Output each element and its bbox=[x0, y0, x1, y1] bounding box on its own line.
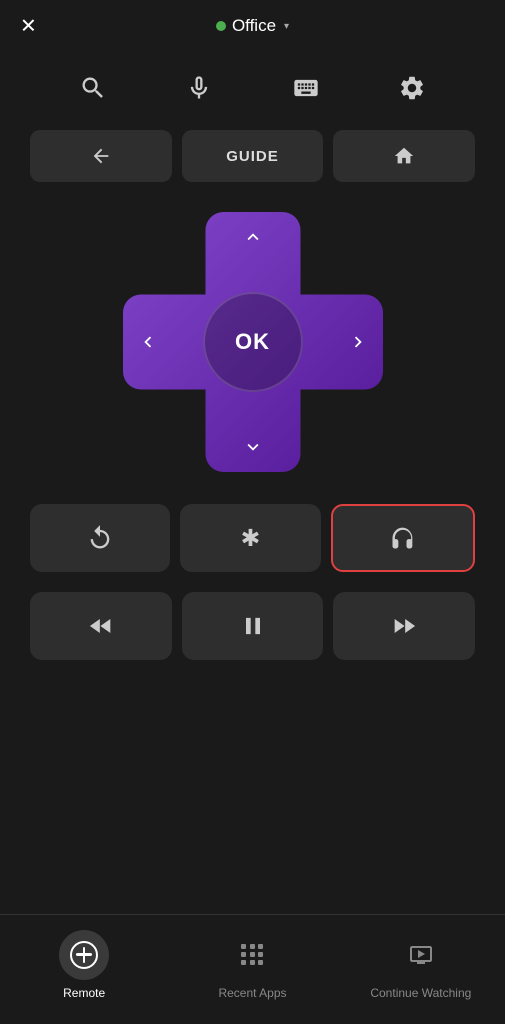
device-selector[interactable]: Office ▾ bbox=[216, 16, 289, 36]
recent-apps-nav-label: Recent Apps bbox=[218, 986, 286, 1000]
back-button[interactable] bbox=[30, 130, 172, 182]
fast-forward-button[interactable] bbox=[333, 592, 475, 660]
nav-remote[interactable]: Remote bbox=[0, 930, 168, 1000]
continue-watching-icon-wrap bbox=[396, 930, 446, 980]
svg-text:✱: ✱ bbox=[241, 525, 261, 551]
dpad-right-button[interactable] bbox=[347, 331, 369, 353]
remote-icon bbox=[70, 941, 98, 969]
replay-icon bbox=[86, 524, 114, 552]
microphone-icon bbox=[185, 74, 213, 102]
home-icon bbox=[393, 145, 415, 167]
toolbar bbox=[0, 56, 505, 120]
nav-continue-watching[interactable]: Continue Watching bbox=[337, 930, 505, 1000]
device-name-label: Office bbox=[232, 16, 276, 36]
grid-icon bbox=[241, 944, 263, 966]
search-icon bbox=[79, 74, 107, 102]
back-arrow-icon bbox=[90, 145, 112, 167]
play-pause-icon bbox=[239, 612, 267, 640]
settings-icon bbox=[398, 74, 426, 102]
dpad: OK bbox=[123, 212, 383, 472]
keyboard-icon bbox=[292, 74, 320, 102]
keyboard-button[interactable] bbox=[284, 66, 328, 110]
options-button[interactable]: ✱ bbox=[180, 504, 320, 572]
continue-watching-nav-label: Continue Watching bbox=[370, 986, 471, 1000]
dpad-down-button[interactable] bbox=[242, 436, 264, 458]
chevron-up-icon bbox=[242, 226, 264, 248]
play-screen-icon bbox=[409, 943, 433, 967]
ok-button[interactable]: OK bbox=[203, 292, 303, 392]
asterisk-icon: ✱ bbox=[236, 524, 264, 552]
chevron-down-icon bbox=[242, 436, 264, 458]
rewind-icon bbox=[87, 612, 115, 640]
recent-apps-icon-wrap bbox=[227, 930, 277, 980]
nav-recent-apps[interactable]: Recent Apps bbox=[168, 930, 336, 1000]
play-pause-button[interactable] bbox=[182, 592, 324, 660]
rewind-button[interactable] bbox=[30, 592, 172, 660]
dpad-left-button[interactable] bbox=[137, 331, 159, 353]
microphone-button[interactable] bbox=[177, 66, 221, 110]
replay-button[interactable] bbox=[30, 504, 170, 572]
close-button[interactable]: ✕ bbox=[20, 14, 37, 39]
action-buttons-row: ✱ bbox=[0, 492, 505, 584]
ok-label: OK bbox=[235, 329, 270, 355]
settings-button[interactable] bbox=[390, 66, 434, 110]
top-bar: ✕ Office ▾ bbox=[0, 0, 505, 52]
home-button[interactable] bbox=[333, 130, 475, 182]
headphone-icon bbox=[389, 524, 417, 552]
bottom-nav: Remote Recent Apps Continue Watching bbox=[0, 914, 505, 1024]
dpad-up-button[interactable] bbox=[242, 226, 264, 248]
online-status-dot bbox=[216, 21, 226, 31]
nav-buttons-row: GUIDE bbox=[0, 120, 505, 192]
chevron-down-icon: ▾ bbox=[284, 21, 289, 32]
guide-button[interactable]: GUIDE bbox=[182, 130, 324, 182]
chevron-right-icon bbox=[347, 331, 369, 353]
remote-nav-label: Remote bbox=[63, 986, 105, 1000]
headphone-button[interactable] bbox=[331, 504, 475, 572]
dpad-container: OK bbox=[0, 212, 505, 472]
remote-nav-icon-wrap bbox=[59, 930, 109, 980]
chevron-left-icon bbox=[137, 331, 159, 353]
search-button[interactable] bbox=[71, 66, 115, 110]
media-buttons-row bbox=[0, 584, 505, 668]
fast-forward-icon bbox=[390, 612, 418, 640]
